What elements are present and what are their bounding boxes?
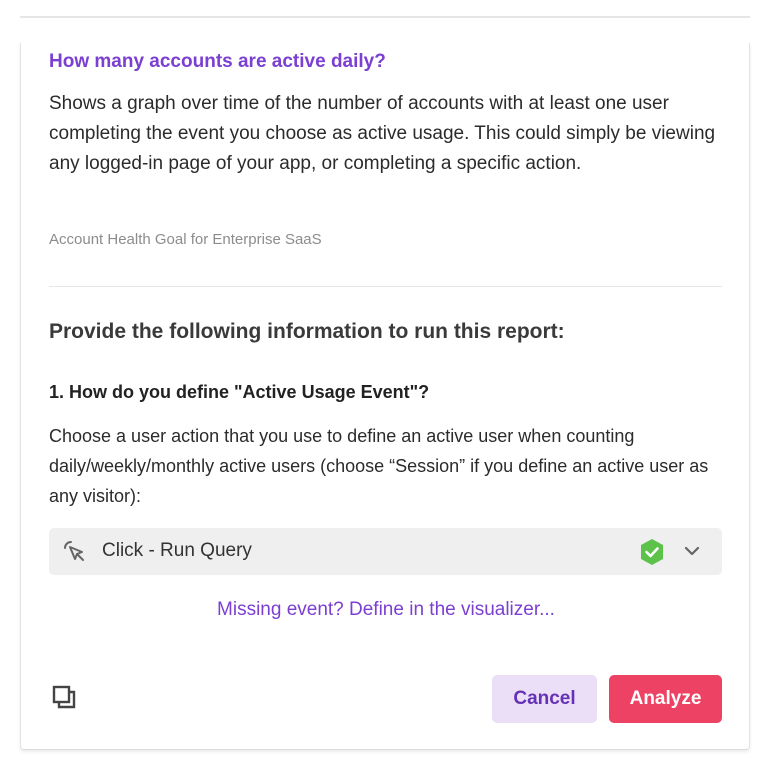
question-description: Choose a user action that you use to def… <box>49 426 709 506</box>
copy-icon[interactable] <box>51 684 79 712</box>
section-divider <box>49 286 722 287</box>
report-meta: Account Health Goal for Enterprise SaaS <box>49 231 322 248</box>
active-usage-event-select[interactable]: Click - Run Query <box>49 528 722 575</box>
question-label: 1. How do you define "Active Usage Event… <box>49 382 430 402</box>
report-card: How many accounts are active daily? Show… <box>20 43 750 750</box>
cursor-click-icon <box>61 538 89 566</box>
verified-shield-icon <box>639 538 665 566</box>
selected-event: Click - Run Query <box>102 540 252 561</box>
chevron-down-icon[interactable] <box>683 544 701 558</box>
analyze-button[interactable]: Analyze <box>609 675 722 723</box>
report-description: Shows a graph over time of the number of… <box>49 93 716 174</box>
cancel-button[interactable]: Cancel <box>492 675 597 723</box>
report-title: How many accounts are active daily? <box>49 51 386 72</box>
form-heading: Provide the following information to run… <box>49 320 565 343</box>
define-in-visualizer-link[interactable]: Missing event? Define in the visualizer.… <box>21 599 751 621</box>
top-divider <box>20 16 750 18</box>
